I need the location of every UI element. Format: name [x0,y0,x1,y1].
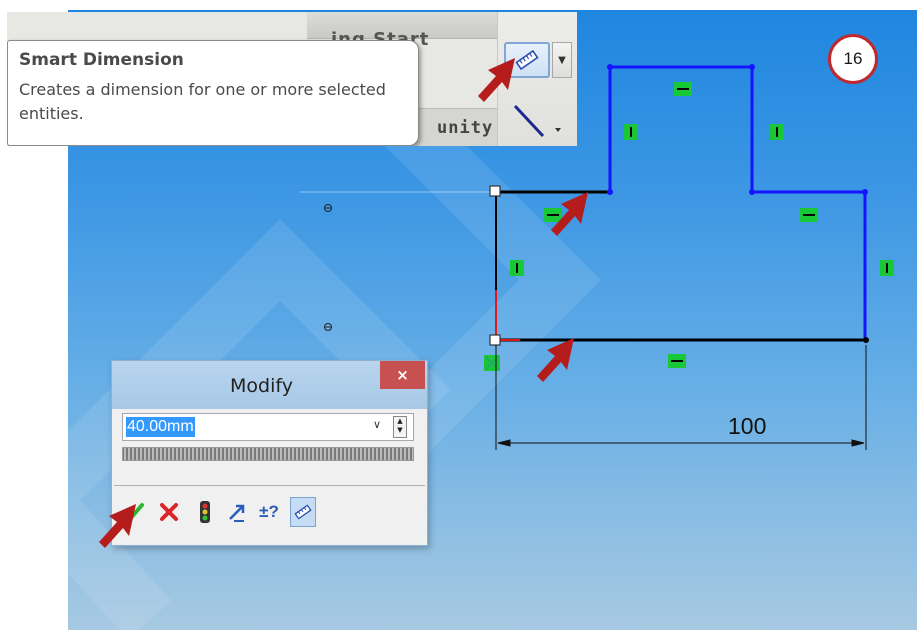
close-button[interactable]: × [380,361,425,389]
dialog-divider [114,485,425,486]
rebuild-button[interactable] [192,497,218,527]
value-field[interactable]: 40.00mm ∨ ▲ ▼ [122,413,414,441]
cancel-x-icon [160,503,178,521]
spinner-up-icon[interactable]: ▲ [394,417,406,426]
spinner-down-icon[interactable]: ▼ [394,426,406,435]
modify-dialog: Modify × 40.00mm ∨ ▲ ▼ ±? [111,360,428,546]
smart-dimension-dropdown[interactable]: ▼ [552,42,572,78]
value-spinner[interactable]: ▲ ▼ [393,416,407,438]
red-arrow-icon [537,338,574,382]
thumbwheel-slider[interactable] [122,447,414,461]
tooltip-description: Creates a dimension for one or more sele… [19,80,386,123]
reverse-direction-icon [229,504,245,522]
origin-marker-icon [324,204,332,331]
tolerance-button[interactable]: ±? [256,497,282,527]
value-input[interactable]: 40.00mm [126,417,195,437]
toolbar-tab-2-label: unity [437,118,494,138]
dimension-value-text[interactable]: 100 [728,413,766,440]
mark-for-drawing-icon [294,504,312,520]
sketch-line-top-step[interactable] [608,65,867,338]
chevron-down-icon[interactable]: ∨ [373,418,381,431]
tooltip-title: Smart Dimension [19,50,184,70]
modify-title: Modify [230,375,293,397]
mark-for-drawing-button[interactable] [290,497,316,527]
rebuild-light-icon [200,501,210,523]
cancel-button[interactable] [156,497,182,527]
tolerance-icon: ±? [259,502,279,521]
red-arrow-icon [478,58,515,102]
reverse-direction-button[interactable] [224,497,250,527]
red-arrow-icon [551,192,588,236]
red-arrow-icon [99,504,136,548]
